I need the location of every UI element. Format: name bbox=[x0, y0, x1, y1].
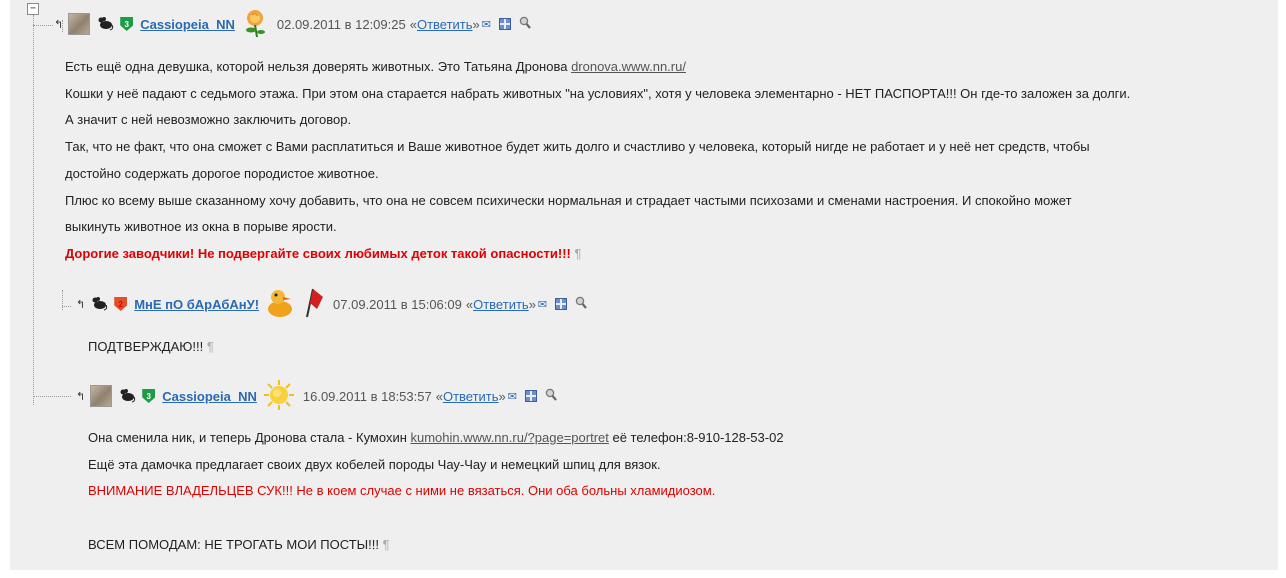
minus-box-icon: − bbox=[29, 3, 37, 14]
comment-header: ↰ 3 Cassiopeia_NN 16.09.2011 в 18:53:57 … bbox=[76, 379, 557, 410]
thread-line bbox=[62, 306, 71, 307]
comment-body: ПОДТВЕРЖДАЮ!!! ¶ bbox=[88, 334, 214, 361]
comment-header: ↰ 2 МнЕ пО бАрАбАнУ! 07.09.2011 в 15:06:… bbox=[76, 288, 587, 318]
thread-line bbox=[33, 15, 34, 405]
mouse-icon bbox=[96, 15, 114, 34]
mouse-icon bbox=[118, 387, 136, 406]
up-arrow-icon[interactable]: ↰ bbox=[54, 18, 63, 31]
comment-timestamp: 02.09.2011 в 12:09:25 bbox=[276, 16, 406, 32]
reply-bracket: » bbox=[528, 296, 536, 312]
collapse-toggle[interactable]: − bbox=[27, 3, 39, 15]
comment-line: Есть ещё одна девушка, которой нельзя до… bbox=[65, 59, 686, 74]
author-link[interactable]: Cassiopeia_NN bbox=[140, 17, 235, 32]
gift-icon[interactable] bbox=[555, 298, 568, 310]
mail-icon[interactable]: ✉ bbox=[538, 298, 547, 311]
comment-header: ↰ 3 Cassiopeia_NN 02.09.2011 в 12:09:25 … bbox=[54, 8, 531, 41]
thread-line bbox=[33, 25, 53, 26]
pilcrow-icon[interactable]: ¶ bbox=[383, 537, 390, 552]
mail-icon[interactable]: ✉ bbox=[482, 18, 491, 31]
rank-badge-icon: 2 bbox=[114, 297, 128, 311]
reply-bracket: « bbox=[465, 296, 474, 312]
mouse-icon bbox=[90, 295, 108, 314]
reply-bracket: » bbox=[498, 388, 506, 404]
comment-line: выкинуть животное из окна в порыве ярост… bbox=[65, 219, 337, 235]
comment-timestamp: 16.09.2011 в 18:53:57 bbox=[302, 388, 432, 404]
comment-line: Дорогие заводчики! Не подвергайте своих … bbox=[65, 241, 1130, 268]
avatar[interactable] bbox=[68, 13, 91, 35]
duck-icon bbox=[265, 287, 295, 322]
profile-link[interactable]: kumohin.www.nn.ru/?page=portret bbox=[411, 430, 609, 445]
comment-body: Есть ещё одна девушка, которой нельзя до… bbox=[65, 54, 1130, 268]
alert-text: Дорогие заводчики! Не подвергайте своих … bbox=[65, 245, 571, 261]
rose-icon bbox=[241, 8, 269, 41]
comment-line: достойно содержать дорогое породистое жи… bbox=[65, 165, 379, 181]
up-arrow-icon[interactable]: ↰ bbox=[76, 390, 85, 403]
search-icon[interactable] bbox=[519, 16, 531, 32]
comment-line: А значит с ней невозможно заключить дого… bbox=[65, 112, 352, 128]
comment-line: ВНИМАНИЕ ВЛАДЕЛЬЦЕВ СУК!!! Не в коем слу… bbox=[88, 478, 784, 505]
comment-line: Ещё эта дамочка предлагает своих двух ко… bbox=[88, 456, 661, 472]
comment-line: Кошки у неё падают с седьмого этажа. При… bbox=[65, 85, 1131, 101]
reply-bracket: « bbox=[409, 16, 417, 32]
alert-text: ВНИМАНИЕ ВЛАДЕЛЬЦЕВ СУК!!! Не в коем слу… bbox=[88, 483, 716, 499]
pilcrow-icon[interactable]: ¶ bbox=[207, 339, 214, 354]
search-icon[interactable] bbox=[575, 296, 587, 312]
search-icon[interactable] bbox=[545, 388, 557, 404]
gift-icon[interactable] bbox=[498, 18, 511, 30]
avatar[interactable] bbox=[90, 385, 113, 407]
profile-link[interactable]: dronova.www.nn.ru/ bbox=[571, 59, 686, 74]
author-link[interactable]: Cassiopeia_NN bbox=[162, 389, 257, 404]
rank-badge-icon: 3 bbox=[142, 389, 156, 403]
up-arrow-icon[interactable]: ↰ bbox=[76, 298, 85, 311]
comment-timestamp: 07.09.2011 в 15:06:09 bbox=[333, 296, 462, 312]
flag-icon bbox=[303, 287, 325, 322]
comment-line: ПОДТВЕРЖДАЮ!!! ¶ bbox=[88, 339, 214, 354]
comment-line: Так, что не факт, что она сможет с Вами … bbox=[65, 139, 1090, 155]
comment-line: Она сменила ник, и теперь Дронова стала … bbox=[88, 430, 784, 445]
comment-line: Плюс ко всему выше сказанному хочу добав… bbox=[65, 192, 1072, 208]
reply-link[interactable]: Ответить bbox=[417, 17, 473, 32]
thread-line bbox=[33, 396, 71, 397]
reply-link[interactable]: Ответить bbox=[443, 389, 499, 404]
comment-body: Она сменила ник, и теперь Дронова стала … bbox=[88, 425, 784, 559]
reply-bracket: « bbox=[435, 388, 443, 404]
comment-line: ВСЕМ ПОМОДАМ: НЕ ТРОГАТЬ МОИ ПОСТЫ!!! ¶ bbox=[88, 536, 390, 552]
gift-icon[interactable] bbox=[524, 390, 537, 402]
thread-line bbox=[62, 290, 63, 310]
mail-icon[interactable]: ✉ bbox=[508, 390, 517, 403]
reply-bracket: » bbox=[472, 16, 480, 32]
author-link[interactable]: МнЕ пО бАрАбАнУ! bbox=[134, 297, 259, 312]
reply-link[interactable]: Ответить bbox=[473, 297, 529, 312]
rank-badge-icon: 3 bbox=[120, 17, 134, 31]
sun-icon bbox=[263, 379, 295, 414]
pilcrow-icon[interactable]: ¶ bbox=[574, 246, 581, 261]
